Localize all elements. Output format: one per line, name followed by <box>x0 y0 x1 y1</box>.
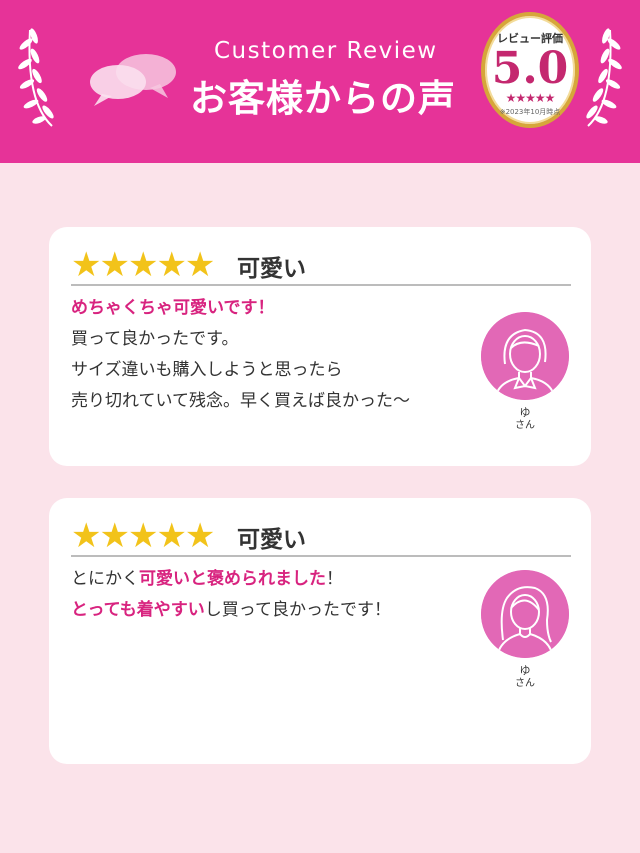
review-body: めちゃくちゃ可愛いです！ 買って良かったです。サイズ違いも購入しようと思ったら売り… <box>71 293 471 417</box>
highlight-text: 可愛いと褒められました <box>139 569 326 589</box>
star-rating: ★★★★★ <box>71 245 215 285</box>
badge-score: 5.0 <box>491 43 569 94</box>
woman-short-hair-icon <box>481 312 569 400</box>
review-body: とにかく可愛いと褒められました！ とっても着やすいし買って良かったです！ <box>71 564 471 626</box>
rating-badge: レビュー評価 5.0 ★★★★★ ※2023年10月時点 <box>481 12 579 128</box>
reviewer-honorific: さん <box>515 678 535 689</box>
review-header-row: ★★★★★ 可愛い <box>71 516 571 556</box>
review-text: 買って良かったです。 <box>71 329 239 349</box>
badge-note: ※2023年10月時点 <box>499 108 561 116</box>
review-title: 可愛い <box>237 256 306 282</box>
review-line: めちゃくちゃ可愛いです！ <box>71 293 471 324</box>
review-line: 売り切れていて残念。早く買えば良かった～ <box>71 386 471 417</box>
review-text: とにかく <box>71 569 139 589</box>
review-line: サイズ違いも購入しようと思ったら <box>71 355 471 386</box>
laurel-left-icon <box>18 28 54 127</box>
page-title: お客様からの声 <box>190 77 456 120</box>
review-line: 買って良かったです。 <box>71 324 471 355</box>
review-card: ★★★★★ 可愛い めちゃくちゃ可愛いです！ 買って良かったです。サイズ違いも購入… <box>49 227 591 466</box>
review-text: ！ <box>326 569 343 589</box>
laurel-right-icon <box>586 28 622 127</box>
header-subtitle: Customer Review <box>214 38 438 64</box>
review-header: Customer Review お客様からの声 レビュー評価 5.0 ★★★★★… <box>0 0 640 163</box>
reviewer-honorific: さん <box>515 420 535 431</box>
review-text: サイズ違いも購入しようと思ったら <box>71 360 343 380</box>
reviewer: ゆ さん <box>481 312 569 432</box>
reviewer-name: ゆ <box>519 664 531 677</box>
review-title: 可愛い <box>237 527 306 553</box>
reviewer: ゆ さん <box>481 570 569 690</box>
highlight-text: めちゃくちゃ可愛いです！ <box>71 298 275 318</box>
review-header-row: ★★★★★ 可愛い <box>71 245 571 285</box>
review-text: し買って良かったです！ <box>204 600 391 620</box>
review-line: とっても着やすいし買って良かったです！ <box>71 595 471 626</box>
speech-bubbles-icon <box>90 54 176 106</box>
woman-long-hair-icon <box>481 570 569 658</box>
divider <box>71 555 571 557</box>
review-line: とにかく可愛いと褒められました！ <box>71 564 471 595</box>
highlight-text: とっても着やすい <box>71 600 205 620</box>
divider <box>71 284 571 286</box>
review-card: ★★★★★ 可愛い とにかく可愛いと褒められました！ とっても着やすいし買って良か… <box>49 498 591 764</box>
review-text: 売り切れていて残念。早く買えば良かった～ <box>71 391 410 411</box>
star-rating: ★★★★★ <box>71 516 215 556</box>
reviewer-name: ゆ <box>519 406 531 419</box>
